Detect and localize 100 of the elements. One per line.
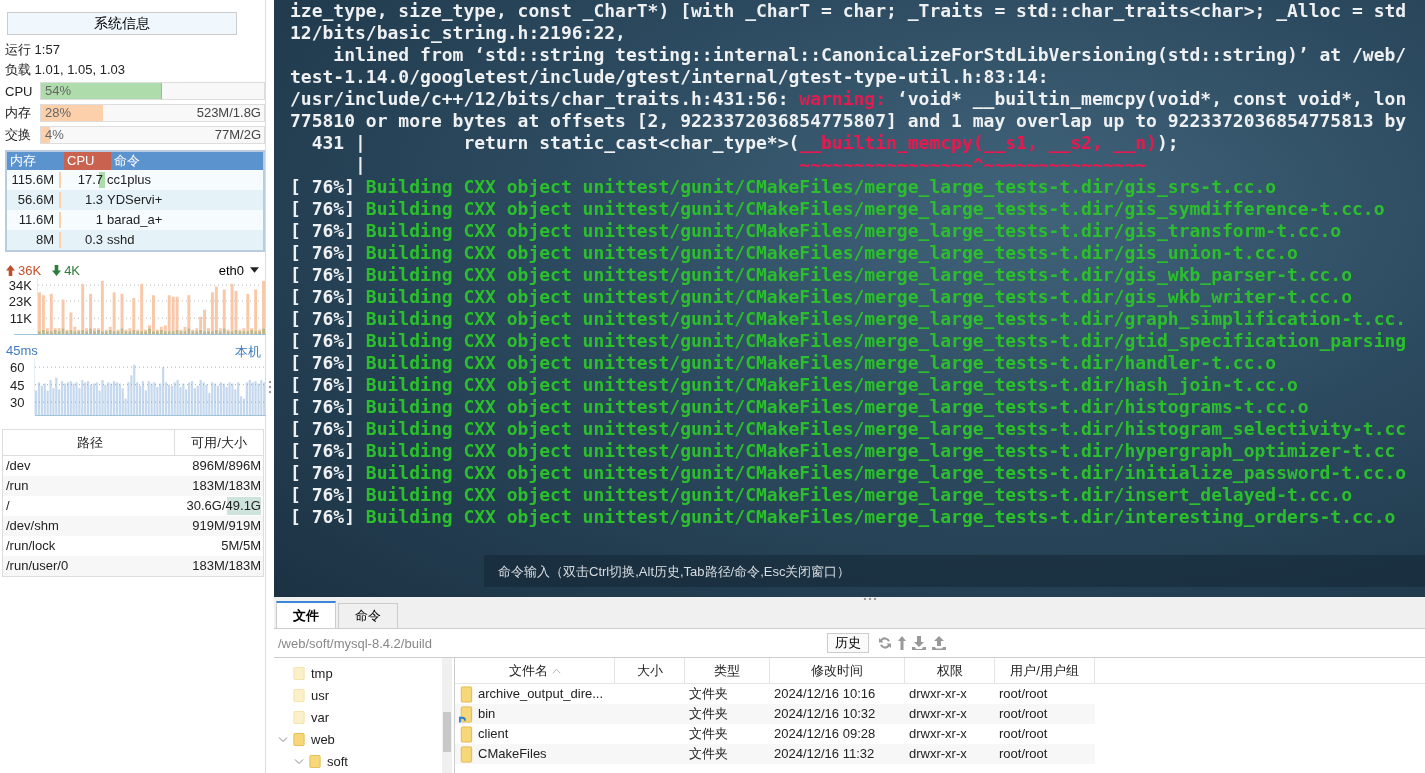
terminal-line: [ 76%] Building CXX object unittest/gunit/CMakeFiles/merge_large_tests-t.dir/histogram_selectivity-t.cc [290, 418, 1408, 440]
terminal-line: [ 76%] Building CXX object unittest/gunit/CMakeFiles/merge_large_tests-t.dir/handler-t.cc.o [290, 352, 1278, 374]
terminal-line: [ 76%] Building CXX object unittest/gunit/CMakeFiles/merge_large_tests-t.dir/gtid_specification_parsing [290, 330, 1408, 352]
table-cell-text: drwxr-xr-x [909, 705, 967, 723]
terminal-line: 431 | return static_cast<char_type*>(__builtin_memcpy(__s1, __s2, __n)); [310, 132, 1180, 154]
tab[interactable]: 文件 [276, 601, 336, 628]
download-rate: 4K [64, 262, 81, 278]
meter-percent: 54% [45, 83, 72, 99]
table-cell-text: drwxr-xr-x [909, 725, 967, 743]
table-cell-text: 115.6M [11, 171, 54, 189]
file-name[interactable]: CMakeFiles [478, 744, 547, 764]
meter-reading: 77M/2G [214, 127, 261, 143]
table-cell: 5M/5M [221, 538, 261, 553]
column-header[interactable]: CPU [64, 152, 111, 170]
interface-dropdown[interactable]: eth0 [218, 262, 259, 278]
table-cell-text: cc1plus [107, 171, 152, 189]
table-cell-text: drwxr-xr-x [909, 685, 967, 703]
terminal-line: [ 76%] Building CXX object unittest/gunit/CMakeFiles/merge_large_tests-t.dir/hypergraph_optimizer-t.cc [290, 440, 1397, 462]
tree-item[interactable]: web [311, 731, 335, 747]
table-cell: /run/user/0 [6, 558, 69, 573]
meter-label: 交换 [5, 126, 32, 144]
host-link[interactable]: 本机 [235, 343, 261, 359]
file-name[interactable]: archive_output_dire... [478, 684, 604, 704]
table-cell: /dev/shm [6, 518, 59, 533]
table-cell: 896M/896M [192, 458, 261, 473]
table-cell-text: 文件夹 [689, 705, 728, 723]
table-cell-text: root/root [999, 685, 1048, 703]
tree-item[interactable]: var [311, 709, 330, 725]
table-cell-text: 8M [35, 231, 54, 249]
tick-label: 23K [8, 293, 32, 309]
table-cell-text: 17.7 [77, 171, 103, 189]
table-cell-text: 2024/12/16 09:28 [774, 725, 876, 743]
tick-label: 60 [10, 360, 25, 376]
column-header: 路径 [3, 430, 175, 455]
terminal-line: [ 76%] Building CXX object unittest/gunit/CMakeFiles/merge_large_tests-t.dir/gis_symdifference-t.cc.o [290, 198, 1386, 220]
table-cell-text: 文件夹 [689, 725, 728, 743]
table-cell: 919M/919M [192, 518, 261, 533]
table-cell-text: 文件夹 [689, 685, 728, 703]
column-header[interactable]: 类型 [685, 658, 770, 683]
column-header[interactable]: 大小 [615, 658, 685, 683]
meter-label: 内存 [5, 104, 32, 122]
file-name[interactable]: bin [478, 704, 496, 724]
terminal-line: inlined from ‘std::string testing::internal::CanonicalizeForStdLibVersioning(std::string)’ at /web/ [332, 44, 1408, 66]
terminal-line: [ 76%] Building CXX object unittest/gunit/CMakeFiles/merge_large_tests-t.dir/histograms-t.cc.o [290, 396, 1310, 418]
column-header[interactable]: 用户/用户组 [995, 658, 1095, 683]
table-cell: / [6, 498, 10, 513]
table-cell-text: 2024/12/16 10:16 [774, 685, 876, 703]
load-text: 负载 1.01, 1.05, 1.03 [4, 61, 126, 79]
terminal-line: [ 76%] Building CXX object unittest/gunit/CMakeFiles/merge_large_tests-t.dir/initialize_password-t.cc.o [290, 462, 1408, 484]
terminal-line: [ 76%] Building CXX object unittest/gunit/CMakeFiles/merge_large_tests-t.dir/gis_transform-t.cc.o [290, 220, 1343, 242]
history-button[interactable]: 历史 [827, 633, 869, 653]
terminal-line: [ 76%] Building CXX object unittest/gunit/CMakeFiles/merge_large_tests-t.dir/interesting_orders-t.cc.o [290, 506, 1397, 528]
terminal-line: /usr/include/c++/12/bits/char_traits.h:431:56: warning: ‘void* __builtin_memcpy(void*, const void*, lon [290, 88, 1408, 110]
tab[interactable]: 命令 [338, 603, 398, 628]
table-cell-text: 0.3 [84, 231, 103, 249]
command-input[interactable]: 命令输入（双击Ctrl切换,Alt历史,Tab路径/命令,Esc关闭窗口） [484, 555, 1425, 587]
table-cell-text: root/root [999, 705, 1048, 723]
tree-item[interactable]: tmp [311, 665, 333, 681]
table-cell: /run [6, 478, 29, 493]
tick-label: 34K [8, 278, 32, 294]
table-cell-text: 1.3 [84, 191, 103, 209]
table-cell: /dev [6, 458, 31, 473]
meter-label: CPU [5, 83, 34, 99]
latency-text: 45ms [6, 343, 38, 359]
table-cell: /run/lock [6, 538, 56, 553]
table-cell-text: 文件夹 [689, 745, 728, 763]
table-cell-text: drwxr-xr-x [909, 745, 967, 763]
tick-label: 11K [9, 311, 32, 327]
path-field[interactable]: /web/soft/mysql-8.4.2/build [278, 635, 823, 651]
tick-label: 30 [10, 395, 25, 411]
table-cell-text: barad_a+ [107, 211, 163, 229]
table-cell-text: root/root [999, 725, 1048, 743]
column-header[interactable]: 文件名 [455, 658, 615, 683]
terminal-line: 775810 or more bytes at offsets [2, 9223372036854775807] and 1 may overlap up to 9223372036854775813 by [290, 110, 1408, 132]
file-name[interactable]: client [478, 724, 509, 744]
terminal-line: [ 76%] Building CXX object unittest/gunit/CMakeFiles/merge_large_tests-t.dir/hash_join-t.cc.o [290, 374, 1299, 396]
table-cell-text: 2024/12/16 11:32 [774, 745, 875, 763]
terminal-line: [ 76%] Building CXX object unittest/gunit/CMakeFiles/merge_large_tests-t.dir/gis_union-t.cc.o [290, 242, 1299, 264]
tree-item[interactable]: soft [327, 753, 348, 769]
table-cell-text: sshd [107, 231, 135, 249]
system-info-button[interactable]: 系统信息 [7, 12, 237, 35]
meter-reading: 523M/1.8G [196, 105, 261, 121]
column-header[interactable]: 权限 [905, 658, 995, 683]
upload-rate: 36K [18, 262, 42, 278]
table-cell: 183M/183M [192, 558, 261, 573]
column-header: 可用/大小 [190, 434, 248, 452]
tree-item[interactable]: usr [311, 687, 330, 703]
terminal-line: 12/bits/basic_string.h:2196:22, [290, 22, 627, 44]
table-cell: 30.6G/49.1G [186, 498, 261, 513]
table-cell-text: YDServi+ [107, 191, 163, 209]
terminal-line: [ 76%] Building CXX object unittest/gunit/CMakeFiles/merge_large_tests-t.dir/gis_wkb_parser-t.cc.o [290, 264, 1354, 286]
table-cell-text: 2024/12/16 10:32 [774, 705, 876, 723]
terminal-line: [ 76%] Building CXX object unittest/gunit/CMakeFiles/merge_large_tests-t.dir/gis_wkb_writer-t.cc.o [290, 286, 1354, 308]
table-cell: 183M/183M [192, 478, 261, 493]
column-header[interactable]: 修改时间 [770, 658, 905, 683]
terminal-line: [ 76%] Building CXX object unittest/gunit/CMakeFiles/merge_large_tests-t.dir/gis_srs-t.cc.o [290, 176, 1278, 198]
terminal-line: ize_type, size_type, const _CharT*) [with _CharT = char; _Traits = std::char_traits<char>; _Alloc = std [290, 0, 1408, 22]
table-cell-text: root/root [999, 745, 1048, 763]
tick-label: 45 [10, 377, 25, 393]
table-cell-text: 1 [95, 211, 103, 229]
